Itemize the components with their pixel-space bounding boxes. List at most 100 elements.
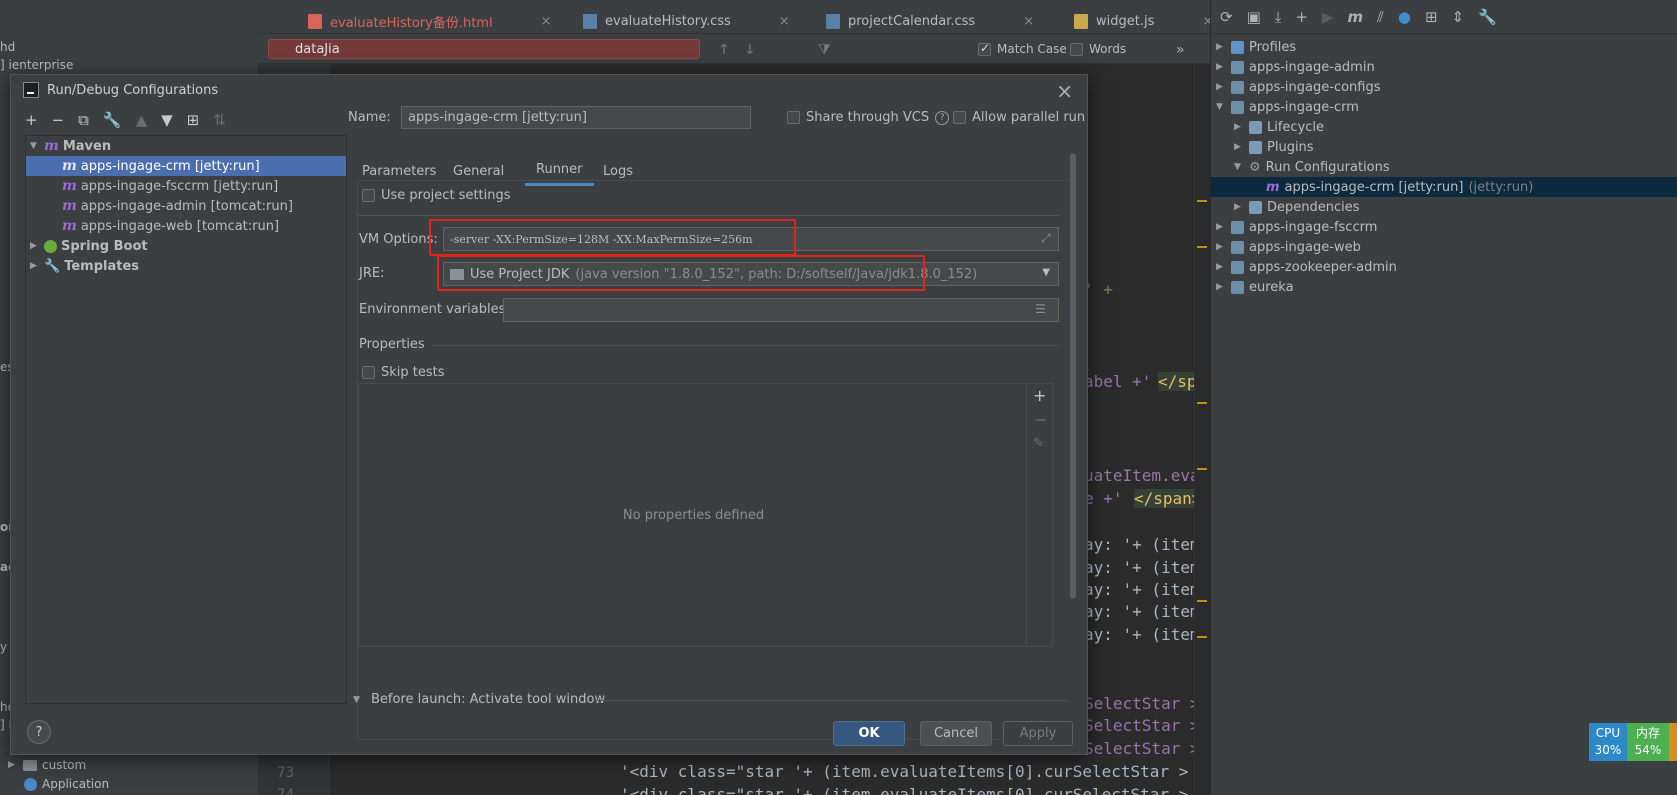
- expand-icon[interactable]: ⤢: [1041, 231, 1051, 246]
- close-icon[interactable]: ×: [541, 14, 552, 29]
- editor-tab[interactable]: widget.js ×: [1074, 8, 1213, 34]
- maven-tree-item[interactable]: ▼ apps-ingage-crm: [1210, 97, 1359, 117]
- close-icon[interactable]: ×: [1056, 79, 1073, 103]
- cpu-memory-widget[interactable]: CPU 30% 内存 54%: [1589, 723, 1677, 761]
- words-checkbox[interactable]: Words: [1070, 42, 1126, 56]
- add-icon[interactable]: +: [1033, 386, 1046, 405]
- maven-tree-item[interactable]: ▶ Dependencies: [1210, 197, 1360, 217]
- maven-tree-item[interactable]: ▶ eureka: [1210, 277, 1294, 297]
- tree-group-spring-boot[interactable]: ▶ Spring Boot: [26, 236, 346, 256]
- env-vars-input[interactable]: [503, 298, 1059, 322]
- ok-button[interactable]: OK: [833, 721, 905, 746]
- tree-item-application[interactable]: Application: [24, 777, 109, 791]
- collapse-arrow-icon: ▼: [1216, 102, 1223, 112]
- match-case-checkbox[interactable]: Match Case: [978, 41, 1067, 56]
- tree-item-selected[interactable]: m apps-ingage-crm [jetty:run]: [26, 156, 346, 176]
- expand-arrow-icon: ▶: [1216, 282, 1223, 292]
- error-stripe-mark[interactable]: [1197, 468, 1207, 470]
- editor-tab-label: evaluateHistory备份.html: [330, 15, 493, 31]
- maven-tree-item[interactable]: ▶ Plugins: [1210, 137, 1314, 157]
- error-stripe-mark[interactable]: [1197, 246, 1207, 248]
- remove-icon[interactable]: −: [1034, 410, 1047, 429]
- apply-button[interactable]: Apply: [1003, 721, 1073, 746]
- show-dependencies-icon[interactable]: ⊞: [1425, 8, 1438, 26]
- arrow-up-icon[interactable]: ↑: [718, 42, 730, 58]
- download-icon[interactable]: ⤓: [1275, 8, 1282, 26]
- plus-icon[interactable]: +: [1295, 8, 1308, 26]
- tree-item-custom[interactable]: ▶ custom: [8, 758, 86, 772]
- search-input[interactable]: [268, 39, 700, 59]
- edit-list-icon[interactable]: ☰: [1035, 302, 1046, 316]
- checkbox-box: [1070, 42, 1083, 56]
- editor-tab[interactable]: evaluateHistory备份.html ×: [308, 8, 551, 34]
- close-icon[interactable]: ×: [1023, 14, 1034, 29]
- add-icon[interactable]: +: [25, 111, 38, 129]
- maven-tree-item[interactable]: ▶ Profiles: [1210, 37, 1296, 57]
- tree-item[interactable]: m apps-ingage-fsccrm [jetty:run]: [26, 176, 346, 196]
- more-options-icon[interactable]: »: [1176, 42, 1185, 58]
- maven-tree-label: apps-zookeeper-admin: [1249, 259, 1397, 275]
- folder-check-icon: [1231, 40, 1244, 54]
- error-stripe-mark[interactable]: [1197, 200, 1207, 202]
- help-button[interactable]: ?: [27, 720, 51, 744]
- filter-icon[interactable]: ⧩: [818, 42, 831, 58]
- allow-parallel-run-checkbox[interactable]: Allow parallel run: [953, 110, 1085, 125]
- tree-group-maven[interactable]: ▼ m Maven: [26, 136, 346, 156]
- run-icon[interactable]: ▶: [1322, 8, 1334, 26]
- close-icon[interactable]: ×: [779, 14, 790, 29]
- maven-m-icon: m: [62, 218, 77, 234]
- copy-icon[interactable]: ⧉: [78, 111, 89, 129]
- css-file-icon: [583, 13, 597, 29]
- error-stripe-mark[interactable]: [1197, 600, 1207, 602]
- edit-icon[interactable]: ✎: [1033, 436, 1044, 451]
- maven-tree-item[interactable]: ▶ apps-zookeeper-admin: [1210, 257, 1397, 277]
- arrow-down-icon[interactable]: ↓: [744, 42, 756, 58]
- error-stripe-mark[interactable]: [1197, 402, 1207, 404]
- editor-tab[interactable]: evaluateHistory.css ×: [583, 8, 790, 34]
- collapse-all-icon[interactable]: ⇕: [1452, 8, 1465, 26]
- skip-tests-checkbox[interactable]: Skip tests: [362, 365, 445, 380]
- tree-item[interactable]: m apps-ingage-web [tomcat:run]: [26, 216, 346, 236]
- name-label: Name:: [348, 110, 391, 125]
- editor-tab[interactable]: projectCalendar.css ×: [826, 8, 1034, 34]
- memory-indicator: 内存 54%: [1627, 723, 1669, 761]
- dialog-titlebar[interactable]: Run/Debug Configurations: [11, 75, 1087, 105]
- use-project-settings-checkbox[interactable]: Use project settings: [362, 188, 511, 203]
- tab-label: General: [453, 163, 505, 179]
- tree-group-templates[interactable]: ▶ 🔧 Templates: [26, 256, 346, 276]
- properties-table[interactable]: No properties defined + − ✎: [358, 383, 1053, 647]
- move-down-icon[interactable]: ▼: [161, 111, 173, 129]
- code-fragment: ay: '+ (item: [1084, 535, 1200, 554]
- refresh-icon[interactable]: ⟳: [1220, 8, 1233, 26]
- expand-arrow-icon: ▶: [1216, 222, 1223, 232]
- expand-arrow-icon: ▶: [1216, 262, 1223, 272]
- sort-icon[interactable]: ⇅: [213, 111, 226, 129]
- maven-tree-label: eureka: [1249, 279, 1294, 295]
- maven-m-icon: m: [62, 178, 77, 194]
- maven-tree-item-selected[interactable]: m apps-ingage-crm [jetty:run] (jetty:run…: [1210, 177, 1677, 197]
- error-stripe-mark[interactable]: [1197, 636, 1207, 638]
- name-input[interactable]: apps-ingage-crm [jetty:run]: [401, 106, 751, 129]
- add-folder-icon[interactable]: ▣: [1247, 8, 1261, 26]
- help-circle-icon[interactable]: ?: [935, 110, 950, 125]
- remove-icon[interactable]: −: [52, 111, 65, 129]
- cancel-button[interactable]: Cancel: [920, 721, 992, 746]
- maven-goal-icon[interactable]: m: [1348, 8, 1364, 26]
- before-launch-section[interactable]: ▼ Before launch: Activate tool window: [353, 692, 605, 707]
- share-vcs-checkbox[interactable]: Share through VCS ?: [787, 110, 950, 125]
- wrench-icon[interactable]: 🔧: [103, 111, 122, 129]
- maven-tree-item[interactable]: ▶ apps-ingage-fsccrm: [1210, 217, 1377, 237]
- move-up-icon[interactable]: ▲: [136, 111, 148, 129]
- new-folder-icon[interactable]: ⊞: [187, 111, 200, 129]
- maven-tree-item[interactable]: ▶ apps-ingage-web: [1210, 237, 1361, 257]
- maven-tree-item[interactable]: ▼ ⚙ Run Configurations: [1210, 157, 1390, 177]
- scrollbar-thumb[interactable]: [1070, 153, 1076, 599]
- maven-tree-item[interactable]: ▶ apps-ingage-configs: [1210, 77, 1381, 97]
- maven-tree-item[interactable]: ▶ apps-ingage-admin: [1210, 57, 1375, 77]
- toggle-offline-icon[interactable]: ⫽: [1377, 8, 1384, 26]
- wrench-icon[interactable]: 🔧: [1478, 8, 1497, 26]
- maven-tree-item[interactable]: ▶ Lifecycle: [1210, 117, 1324, 137]
- skip-tests-icon[interactable]: ●: [1398, 8, 1411, 26]
- tree-item[interactable]: m apps-ingage-admin [tomcat:run]: [26, 196, 346, 216]
- cpu-indicator: CPU 30%: [1589, 723, 1627, 761]
